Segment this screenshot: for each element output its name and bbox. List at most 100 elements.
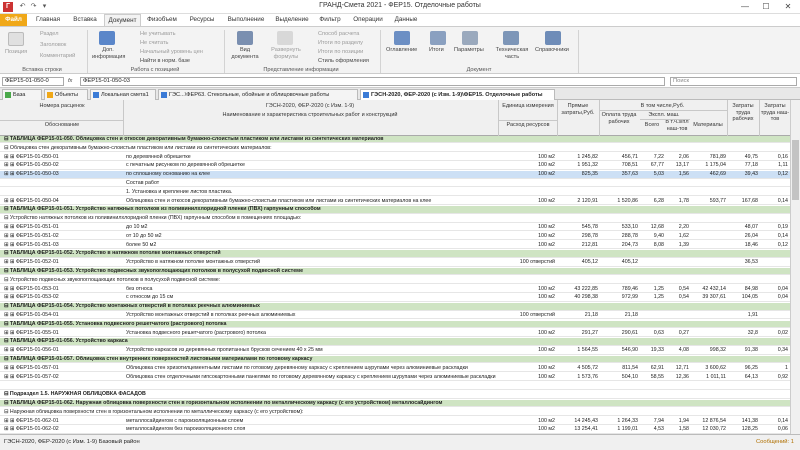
vertical-scrollbar[interactable]	[790, 100, 800, 434]
tab-resources[interactable]: Ресурсы	[184, 14, 220, 26]
tab-operations[interactable]: Операции	[348, 14, 388, 26]
tab-fer63[interactable]: ГЭС...\ФЕР63. Стекольные, обойные и обли…	[158, 89, 358, 100]
col-header-number: Номера расценок	[39, 103, 85, 109]
row-code: ⊞ ⊞ ФЕР15-01-053-02	[4, 294, 59, 301]
formula-bar: ФЕР15-01-050-0 fx ФЕР15-01-050-03 Поиск	[0, 75, 800, 88]
table-row[interactable]: ⊞ ⊞ ФЕР15-01-055-01 Установка подвесного …	[0, 330, 790, 338]
document-view-button[interactable]: Вид документа	[229, 47, 261, 61]
table-section-row[interactable]: ⊟ ТАБЛИЦА ФЕР15-01-054. Устройство монта…	[0, 303, 790, 311]
row-value: 77,18	[744, 162, 758, 169]
table-section-row[interactable]: ⊟ ТАБЛИЦА ФЕР15-01-056. Устройство карка…	[0, 338, 790, 346]
table-row[interactable]: ⊞ ⊞ ФЕР15-01-051-02 от 10 до 50 м2 100 м2 2…	[0, 232, 790, 241]
find-in-base-button[interactable]: Найти в норм. базе	[140, 58, 190, 65]
row-value: 593,77	[709, 197, 726, 204]
table-section-row[interactable]: ⊟ ТАБЛИЦА ФЕР15-01-053. Устройство подве…	[0, 268, 790, 276]
heading-button[interactable]: Заголовок	[40, 42, 66, 49]
row-name: с печатным рисунком по деревянной обреше…	[126, 162, 245, 169]
section-totals-button[interactable]: Итоги по разделу	[318, 40, 363, 47]
table-row[interactable]: ⊞ ⊞ ФЕР15-01-053-01 без относа 100 м2 43 22…	[0, 286, 790, 294]
tab-data[interactable]: Данные	[391, 14, 421, 26]
comment-button[interactable]: Комментарий	[40, 53, 75, 60]
section-button[interactable]: Раздел	[40, 31, 59, 38]
table-row[interactable]: ⊞ ⊞ ФЕР15-01-054-01 Устройство монтажных …	[0, 312, 790, 320]
table-row[interactable]	[0, 382, 790, 390]
tab-local-estimate[interactable]: Локальная смета1	[90, 89, 156, 100]
style-button[interactable]: Стиль оформления	[318, 58, 369, 65]
table-row[interactable]: ⊞ ⊞ ФЕР15-01-050-03 по сплошному основани…	[0, 171, 790, 179]
table-row[interactable]: ⊞ ⊞ ФЕР15-01-052-01 Устройство в натяжном…	[0, 259, 790, 267]
totals-button[interactable]: Итоги	[429, 47, 444, 54]
table-section-row[interactable]: ⊟ ТАБЛИЦА ФЕР15-01-052. Устройство в нат…	[0, 250, 790, 258]
no-calc-button[interactable]: Не считать	[140, 40, 168, 47]
table-row[interactable]: 1. Установка и крепление листов пластика…	[0, 189, 790, 197]
estimate-grid[interactable]: ⊟ ТАБЛИЦА ФЕР15-01-050. Облицовка стен и…	[0, 136, 790, 434]
row-code: ⊞ ⊞ ФЕР15-01-050-02	[4, 162, 59, 169]
table-row[interactable]: ⊟ Облицовка стен декоративным бумажно-сл…	[0, 145, 790, 153]
calc-method-button[interactable]: Способ расчета	[318, 31, 359, 38]
formula-input[interactable]: ФЕР15-01-050-03	[80, 77, 665, 86]
position-totals-button[interactable]: Итоги по позиции	[318, 49, 363, 56]
tab-home[interactable]: Главная	[30, 14, 66, 26]
messages-count[interactable]: Сообщений: 1	[756, 435, 794, 450]
position-button[interactable]: Позиция	[5, 49, 27, 56]
row-value: 357,63	[621, 171, 638, 178]
row-value: 288,78	[621, 232, 638, 239]
name-box[interactable]: ФЕР15-01-050-0	[2, 77, 64, 86]
table-row[interactable]: ⊞ ⊞ ФЕР15-01-053-02 с относом до 15 см 100…	[0, 294, 790, 302]
table-row[interactable]: Состав работ	[0, 180, 790, 188]
tab-document[interactable]: Документ	[104, 14, 141, 26]
search-input[interactable]: Поиск	[670, 77, 797, 86]
row-value: 21,18	[584, 312, 598, 318]
minimize-button[interactable]: —	[735, 1, 755, 13]
contents-button[interactable]: Оглавление	[386, 47, 417, 54]
maximize-button[interactable]: ☐	[756, 1, 776, 13]
references-button[interactable]: Справочники	[535, 47, 569, 54]
row-code: ⊞ ⊞ ФЕР15-01-051-01	[4, 224, 59, 230]
tab-file[interactable]: Файл	[0, 14, 27, 26]
tab-physical-volume[interactable]: Физобъем	[143, 14, 181, 26]
close-button[interactable]: ✕	[778, 1, 798, 13]
table-section-row[interactable]: ⊟ ТАБЛИЦА ФЕР15-01-057. Облицовка стен в…	[0, 356, 790, 364]
table-row[interactable]: ⊞ ⊞ ФЕР15-01-050-02 с печатным рисунком п…	[0, 162, 790, 170]
technical-part-button[interactable]: Техническая часть	[492, 47, 532, 61]
initial-price-level-button[interactable]: Начальный уровень цен	[140, 49, 203, 56]
table-header: Номера расценок Обоснование ГЭСН-2020, Ф…	[0, 100, 800, 136]
row-value: 13,17	[675, 162, 689, 169]
table-section-row[interactable]: ⊟ ТАБЛИЦА ФЕР15-01-051. Устройство натяж…	[0, 206, 790, 214]
row-value: 533,10	[621, 224, 638, 230]
table-row[interactable]: ⊟ Устройство натяжных потолков из поливи…	[0, 215, 790, 223]
table-row[interactable]: ⊞ ⊞ ФЕР15-01-051-03 более 50 м2 100 м2 212,…	[0, 242, 790, 250]
row-value	[690, 312, 726, 319]
parameters-button[interactable]: Параметры	[454, 47, 484, 54]
tab-filter[interactable]: Фильтр	[315, 14, 345, 26]
table-row[interactable]: ⊞ ⊞ ФЕР15-01-057-01 Облицовка стен хризот…	[0, 364, 790, 373]
table-row[interactable]: ⊞ ⊞ ФЕР15-01-062-01 металлосайдингом с па…	[0, 418, 790, 426]
table-row[interactable]: ⊟ Подраздел 1.5. НАРУЖНАЯ ОБЛИЦОВКА ФАСА…	[0, 391, 790, 399]
expand-formulas-button[interactable]: Развернуть формулы	[268, 47, 304, 61]
row-value: 91,38	[744, 347, 758, 354]
row-value: 12,71	[675, 364, 689, 371]
table-section-row[interactable]: ⊟ ТАБЛИЦА ФЕР15-01-055. Установка подвес…	[0, 320, 790, 329]
table-row[interactable]: ⊟ Наружная облицовка поверхности стен в …	[0, 409, 790, 417]
tab-objects[interactable]: Объекты	[44, 89, 88, 100]
table-row[interactable]: ⊞ ⊞ ФЕР15-01-050-04 Облицовка стен и отко…	[0, 197, 790, 206]
table-row[interactable]: ⊞ ⊞ ФЕР15-01-062-02 металлосайдингом без …	[0, 426, 790, 434]
row-value: 2,20	[678, 224, 689, 230]
table-section-row[interactable]: ⊟ ТАБЛИЦА ФЕР15-01-050. Облицовка стен и…	[0, 136, 790, 144]
extra-info-icon	[99, 31, 115, 45]
tab-base[interactable]: База	[2, 89, 42, 100]
tab-execution[interactable]: Выполнение	[223, 14, 269, 26]
ignore-button[interactable]: Не учитывать	[140, 31, 176, 38]
tab-insert[interactable]: Вставка	[68, 14, 102, 26]
tab-selection[interactable]: Выделение	[272, 14, 312, 26]
tab-fer15[interactable]: ГЭСН-2020, ФЕР-2020 (с Изм. 1-9)\ФЕР15. …	[360, 89, 555, 100]
extra-info-button[interactable]: Доп. информация	[92, 47, 125, 61]
table-row[interactable]: ⊞ ⊞ ФЕР15-01-051-01 до 10 м2 100 м2 545,78 5…	[0, 224, 790, 232]
table-row[interactable]: ⊞ ⊞ ФЕР15-01-050-01 по деревянной обрешет…	[0, 154, 790, 162]
table-section-row[interactable]: ⊟ ТАБЛИЦА ФЕР15-01-062. Наружная облицов…	[0, 400, 790, 408]
table-row[interactable]: ⊞ ⊞ ФЕР15-01-057-02 Облицовка стен отдело…	[0, 374, 790, 382]
table-row[interactable]: ⊞ ⊞ ФЕР15-01-056-01 Устройство каркасов и…	[0, 347, 790, 355]
col-header-cost-labor: Затраты труда рабочих	[732, 103, 754, 122]
scrollbar-thumb[interactable]	[792, 140, 799, 200]
table-row[interactable]: ⊟ Устройство подвесных звукопоглощающих …	[0, 277, 790, 285]
